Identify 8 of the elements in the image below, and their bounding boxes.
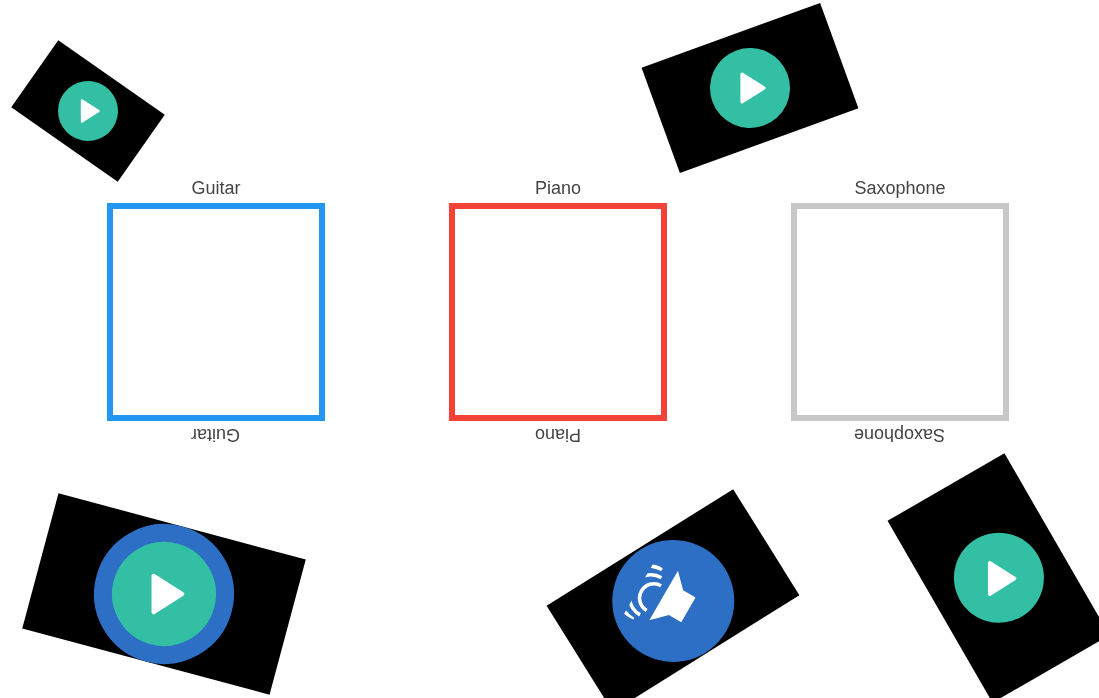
category-label: Guitar [191,177,241,199]
mirrored-label: Piano [534,424,581,446]
category-label: Saxophone [854,177,946,199]
drop-zone[interactable] [449,203,667,421]
category-label: Piano [534,177,581,199]
mirrored-label: Saxophone [854,424,946,446]
drop-zone[interactable] [107,203,325,421]
mirrored-label: Guitar [191,424,241,446]
